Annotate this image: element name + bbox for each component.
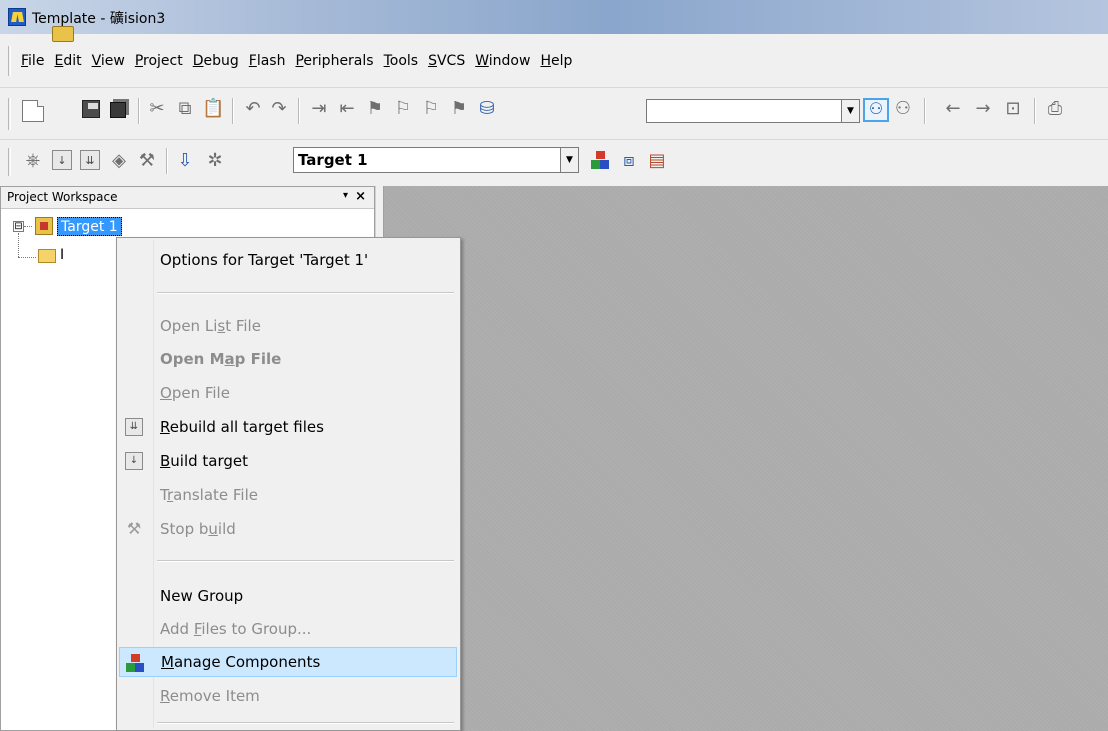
toolbar-grip[interactable] [8,148,11,176]
target-select-value: Target 1 [298,151,368,169]
menu-help[interactable]: Help [535,52,577,70]
menu-edit[interactable]: Edit [49,52,86,70]
nav-back-icon[interactable]: ← [942,98,964,120]
manage-components-icon [125,653,144,672]
cut-icon[interactable]: ✂ [146,98,168,120]
group-folder-icon [38,249,56,263]
toolbar-separator [166,148,168,174]
toolbar-separator [1034,98,1036,124]
tree-item-target-1[interactable]: Target 1 [57,217,122,236]
next-bookmark-icon[interactable]: ⚐ [392,98,414,120]
tree-connector [18,257,36,258]
select-packs-icon[interactable]: ⧈ [618,150,640,172]
tree-connector [24,226,32,227]
collapse-icon[interactable]: ⊟ [13,221,24,232]
menu-separator [157,722,454,724]
open-folder-icon[interactable] [52,26,74,42]
menu-item-remove-item[interactable]: Remove Item [119,682,458,710]
context-menu: Options for Target 'Target 1' Open List … [116,237,461,731]
panel-title: Project Workspace [7,190,118,204]
save-all-icon[interactable] [110,102,126,118]
unindent-icon[interactable]: ⇤ [336,98,358,120]
menu-separator [157,560,454,562]
new-file-icon[interactable] [22,100,44,122]
undo-icon[interactable]: ↶ [242,98,264,120]
title-bar: Template - 礦ision3 [0,0,1108,34]
build-icon: ↓ [125,452,143,470]
menu-file[interactable]: File [16,52,49,70]
menu-peripherals[interactable]: Peripherals [290,52,378,70]
source-browser-icon[interactable]: ⊡ [1002,98,1024,120]
paste-icon[interactable]: 📋 [202,98,224,120]
target-select[interactable]: Target 1 ▼ [293,147,579,173]
clear-bookmarks-icon[interactable]: ⚑ [448,98,470,120]
copy-icon[interactable]: ⧉ [174,98,196,120]
mdi-client-area [384,186,1108,731]
menu-project[interactable]: Project [130,52,188,70]
build-icon[interactable]: ↓ [52,150,72,170]
close-icon[interactable]: × [355,189,366,204]
menu-item-translate-file[interactable]: Translate File [119,481,458,509]
uvision-app-icon[interactable] [8,8,26,26]
menu-item-build-target[interactable]: ↓ Build target [119,447,458,475]
menu-view[interactable]: View [87,52,130,70]
chevron-down-icon[interactable]: ▼ [841,100,859,122]
panel-header: Project Workspace ▾ × [1,187,374,209]
chevron-down-icon[interactable]: ▼ [560,148,578,172]
build-toolbar: ⎈ ↓ ⇊ ◈ ⚒ ⇩ ✲ Target 1 ▼ ⧈ ▤ [0,140,1108,186]
bookmark-icon[interactable]: ⚑ [364,98,386,120]
nav-forward-icon[interactable]: → [972,98,994,120]
menu-debug[interactable]: Debug [188,52,244,70]
menu-window[interactable]: Window [470,52,535,70]
menu-item-options-for-target[interactable]: Options for Target 'Target 1' [119,246,458,274]
menu-item-manage-components[interactable]: Manage Components [119,647,457,677]
find-combo[interactable]: ▼ [646,99,860,123]
target-options-icon[interactable]: ✲ [204,150,226,172]
window-title: Template - 礦ision3 [32,11,166,27]
redo-icon[interactable]: ↷ [268,98,290,120]
save-icon[interactable] [82,100,100,118]
manage-components-icon[interactable] [590,150,610,170]
stop-build-icon: ⚒ [126,519,142,538]
menu-flash[interactable]: Flash [244,52,291,70]
prev-bookmark-icon[interactable]: ⚐ [420,98,442,120]
translate-icon[interactable]: ⎈ [22,150,44,172]
incremental-find-icon[interactable]: ⚇ [892,98,914,120]
download-icon[interactable]: ⇩ [174,150,196,172]
menu-item-add-files[interactable]: Add Files to Group... [119,615,458,643]
rebuild-icon: ⇊ [125,418,143,436]
find-in-files-icon[interactable]: ⛁ [476,98,498,120]
panel-menu-icon[interactable]: ▾ [343,190,348,201]
menu-bar: File Edit View Project Debug Flash Perip… [0,34,1108,88]
file-toolbar: ✂ ⧉ 📋 ↶ ↷ ⇥ ⇤ ⚑ ⚐ ⚐ ⚑ ⛁ ▼ ⚇ ⚇ ← → ⊡ ⎙ [0,26,1108,140]
menubar-grip[interactable] [8,46,11,76]
menu-svcs[interactable]: SVCS [423,52,470,70]
menu-item-rebuild-all[interactable]: ⇊ Rebuild all target files [119,413,458,441]
print-icon[interactable]: ⎙ [1044,98,1066,120]
menu-separator [157,292,454,294]
stop-build-icon[interactable]: ⚒ [136,150,158,172]
toolbar-separator [232,98,234,124]
menu-item-open-map-file[interactable]: Open Map File [119,345,458,373]
batch-build-icon[interactable]: ◈ [108,150,130,172]
menu-tools[interactable]: Tools [379,52,424,70]
books-icon[interactable]: ▤ [646,150,668,172]
menu-item-open-list-file[interactable]: Open List File [119,312,458,340]
menu-item-open-file[interactable]: Open File [119,379,458,407]
target-folder-icon [35,217,53,235]
tree-item-group[interactable]: I [60,247,64,263]
rebuild-icon[interactable]: ⇊ [80,150,100,170]
tree-connector [18,233,19,257]
toolbar-separator [298,98,300,124]
find-icon[interactable]: ⚇ [863,98,889,122]
toolbar-grip[interactable] [8,98,11,130]
toolbar-separator [924,98,926,124]
menu-item-stop-build[interactable]: ⚒ Stop build [119,515,458,543]
menu-item-new-group[interactable]: New Group [119,582,458,610]
toolbar-separator [138,98,140,124]
indent-icon[interactable]: ⇥ [308,98,330,120]
